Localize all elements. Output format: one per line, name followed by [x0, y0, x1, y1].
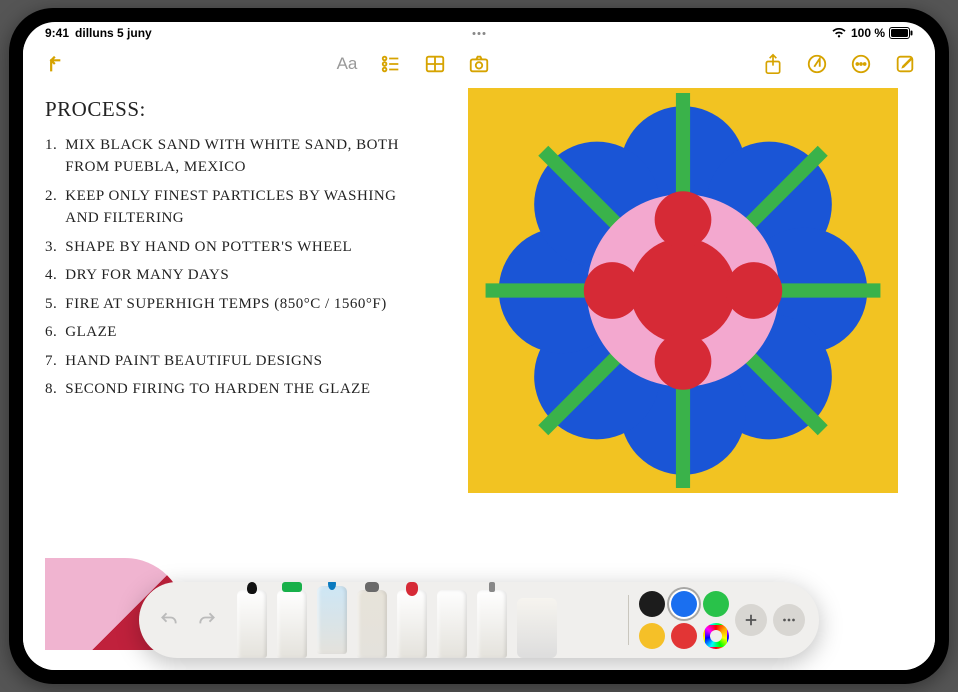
- marker-tool[interactable]: [277, 590, 307, 658]
- color-picker-button[interactable]: [703, 623, 729, 649]
- more-button[interactable]: [847, 50, 875, 78]
- lasso-tool[interactable]: [477, 590, 507, 658]
- process-list: 1.Mix black sand with white sand, both f…: [45, 134, 405, 401]
- list-item: 2.Keep only finest particles by washing …: [45, 185, 405, 230]
- tool-strip: [229, 582, 618, 658]
- color-palette: [639, 591, 729, 649]
- handwriting-mode-button[interactable]: [803, 50, 831, 78]
- color-black[interactable]: [639, 591, 665, 617]
- toolbar-separator: [628, 595, 629, 645]
- markup-toolbar[interactable]: [139, 582, 819, 658]
- undo-button[interactable]: [153, 604, 185, 636]
- color-yellow[interactable]: [639, 623, 665, 649]
- list-item: 4.Dry for many days: [45, 264, 405, 287]
- list-item: 1.Mix black sand with white sand, both f…: [45, 134, 405, 179]
- status-date: dilluns 5 juny: [75, 26, 152, 40]
- ruler-tool[interactable]: [517, 598, 557, 658]
- camera-button[interactable]: [465, 50, 493, 78]
- compose-button[interactable]: [891, 50, 919, 78]
- status-time: 9:41: [45, 26, 69, 40]
- multitask-dots-icon[interactable]: [473, 32, 486, 35]
- pen-tool[interactable]: [237, 590, 267, 658]
- share-button[interactable]: [759, 50, 787, 78]
- redo-button[interactable]: [191, 604, 223, 636]
- markup-more-button[interactable]: [773, 604, 805, 636]
- checklist-button[interactable]: [377, 50, 405, 78]
- eraser-tool[interactable]: [437, 590, 467, 658]
- color-blue[interactable]: [671, 591, 697, 617]
- list-item: 3.Shape by hand on potter's wheel: [45, 236, 405, 259]
- pencil-tool[interactable]: [317, 586, 347, 654]
- screen: 9:41 dilluns 5 juny 100 %: [23, 22, 935, 670]
- list-item: 5.Fire at superhigh temps (850°C / 1560°…: [45, 293, 405, 316]
- status-bar: 9:41 dilluns 5 juny 100 %: [23, 22, 935, 44]
- list-item: 8.Second firing to harden the glaze: [45, 378, 405, 401]
- crayon-tool[interactable]: [357, 590, 387, 658]
- battery-percent: 100 %: [851, 26, 885, 40]
- battery-icon: [889, 27, 913, 39]
- add-tool-button[interactable]: [735, 604, 767, 636]
- notes-toolbar: Aa: [23, 44, 935, 84]
- brush-tool[interactable]: [397, 590, 427, 658]
- wifi-icon: [831, 27, 847, 39]
- list-item: 7.Hand paint beautiful designs: [45, 350, 405, 373]
- flower-drawing: [468, 88, 898, 493]
- color-red[interactable]: [671, 623, 697, 649]
- color-green[interactable]: [703, 591, 729, 617]
- text-format-button[interactable]: Aa: [333, 50, 361, 78]
- collapse-fullscreen-icon[interactable]: [39, 50, 67, 78]
- list-item: 6.Glaze: [45, 321, 405, 344]
- ipad-device-frame: 9:41 dilluns 5 juny 100 %: [9, 8, 949, 684]
- table-button[interactable]: [421, 50, 449, 78]
